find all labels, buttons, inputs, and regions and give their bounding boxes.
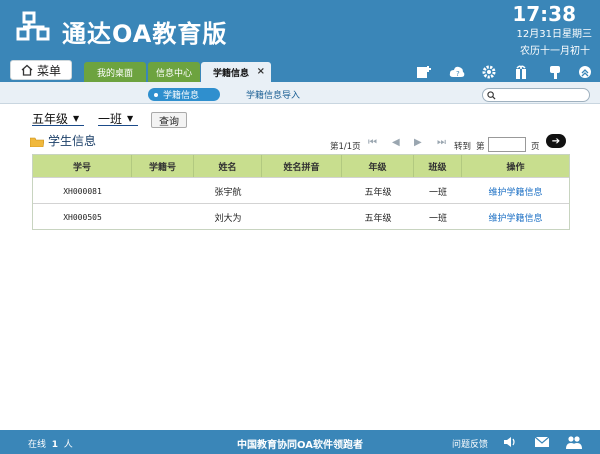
tab-label: 我的桌面 bbox=[96, 68, 133, 79]
cell-class: 一班 bbox=[428, 187, 447, 198]
subtab-import[interactable]: 学籍信息导入 bbox=[246, 88, 300, 101]
cell-registration-no bbox=[132, 178, 194, 204]
col-pinyin: 姓名拼音 bbox=[262, 155, 342, 177]
col-class: 班级 bbox=[414, 155, 462, 177]
cell-grade: 五年级 bbox=[364, 213, 392, 224]
prev-page-icon[interactable]: ◀ bbox=[392, 137, 400, 148]
chevron-down-icon: ▼ bbox=[127, 113, 134, 123]
page-number-input[interactable] bbox=[488, 137, 526, 152]
app-logo bbox=[16, 11, 50, 41]
cloud-help-icon[interactable]: ? bbox=[447, 62, 467, 82]
search-input[interactable] bbox=[482, 88, 590, 102]
cell-name: 张宇航 bbox=[214, 187, 242, 198]
col-name: 姓名 bbox=[194, 155, 262, 177]
goto-label: 转到 bbox=[454, 142, 472, 152]
grade-select[interactable]: 五年级 ▼ bbox=[32, 111, 84, 126]
clock-date: 12月31日星期三 bbox=[516, 29, 592, 40]
col-student-id: 学号 bbox=[33, 155, 132, 177]
clock-time: 17:38 bbox=[512, 2, 576, 26]
collapse-icon[interactable] bbox=[575, 62, 595, 82]
table-header: 学号 学籍号 姓名 姓名拼音 年级 班级 操作 bbox=[33, 155, 569, 177]
cell-registration-no bbox=[132, 204, 194, 230]
maintain-record-link[interactable]: 维护学籍信息 bbox=[462, 178, 569, 204]
sound-icon[interactable] bbox=[502, 434, 518, 450]
query-button[interactable]: 查询 bbox=[151, 112, 187, 128]
table-row: XH000081 张宇航 五年级 一班 维护学籍信息 bbox=[33, 177, 569, 203]
menu-button[interactable]: 菜单 bbox=[10, 60, 72, 80]
go-button[interactable]: ➔ bbox=[546, 134, 566, 148]
cell-class: 一班 bbox=[428, 213, 447, 224]
bullet-icon bbox=[154, 92, 158, 97]
col-grade: 年级 bbox=[342, 155, 414, 177]
grade-value: 五年级 bbox=[32, 111, 69, 126]
maintain-record-link[interactable]: 维护学籍信息 bbox=[462, 204, 569, 230]
page-info: 第1/1页 bbox=[330, 142, 361, 152]
last-page-icon[interactable]: ⏭ bbox=[437, 137, 446, 148]
table-row: XH000505 刘大为 五年级 一班 维护学籍信息 bbox=[33, 203, 569, 229]
first-page-icon[interactable]: ⏮ bbox=[368, 137, 377, 148]
cell-name: 刘大为 bbox=[214, 213, 242, 224]
student-table: 学号 学籍号 姓名 姓名拼音 年级 班级 操作 XH000081 张宇航 五年级… bbox=[32, 154, 570, 230]
users-icon[interactable] bbox=[566, 434, 582, 450]
gear-icon[interactable] bbox=[479, 62, 499, 82]
class-select[interactable]: 一班 ▼ bbox=[98, 111, 138, 126]
svg-text:?: ? bbox=[456, 70, 460, 78]
tab-student-records[interactable]: 学籍信息 × bbox=[201, 62, 271, 82]
add-widget-icon[interactable] bbox=[414, 62, 434, 82]
col-actions: 操作 bbox=[506, 162, 525, 173]
class-value: 一班 bbox=[98, 111, 123, 126]
clock-lunar: 农历十一月初十 bbox=[520, 46, 590, 57]
page-prefix: 第 bbox=[476, 142, 485, 152]
status-bar: 在线 1 人 中国教育协同OA软件领跑者 问题反馈 bbox=[0, 430, 600, 454]
next-page-icon[interactable]: ▶ bbox=[414, 137, 422, 148]
app-title: 通达OA教育版 bbox=[62, 20, 228, 48]
mail-icon[interactable] bbox=[534, 434, 550, 450]
cell-student-id: XH000505 bbox=[63, 212, 102, 222]
col-registration-no: 学籍号 bbox=[132, 155, 194, 177]
key-icon[interactable] bbox=[545, 62, 565, 82]
section-title: 学生信息 bbox=[48, 134, 97, 148]
cell-pinyin bbox=[262, 204, 342, 230]
subtab-student-info[interactable]: 学籍信息 bbox=[148, 88, 220, 101]
close-icon[interactable]: × bbox=[257, 66, 265, 77]
subtab-label: 学籍信息 bbox=[163, 91, 200, 101]
tab-label: 学籍信息 bbox=[213, 68, 250, 79]
cell-pinyin bbox=[262, 178, 342, 204]
home-icon bbox=[21, 64, 33, 76]
cell-student-id: XH000081 bbox=[63, 186, 102, 196]
cell-grade: 五年级 bbox=[364, 187, 392, 198]
folder-icon bbox=[30, 137, 44, 147]
search-icon bbox=[487, 91, 496, 100]
tab-label: 信息中心 bbox=[155, 68, 192, 79]
page-suffix: 页 bbox=[531, 142, 540, 152]
menu-label: 菜单 bbox=[36, 63, 61, 78]
tab-my-desktop[interactable]: 我的桌面 bbox=[84, 62, 146, 82]
tab-info-center[interactable]: 信息中心 bbox=[148, 62, 200, 82]
gift-icon[interactable] bbox=[511, 62, 531, 82]
chevron-down-icon: ▼ bbox=[73, 113, 80, 123]
feedback-link[interactable]: 问题反馈 bbox=[452, 437, 488, 450]
